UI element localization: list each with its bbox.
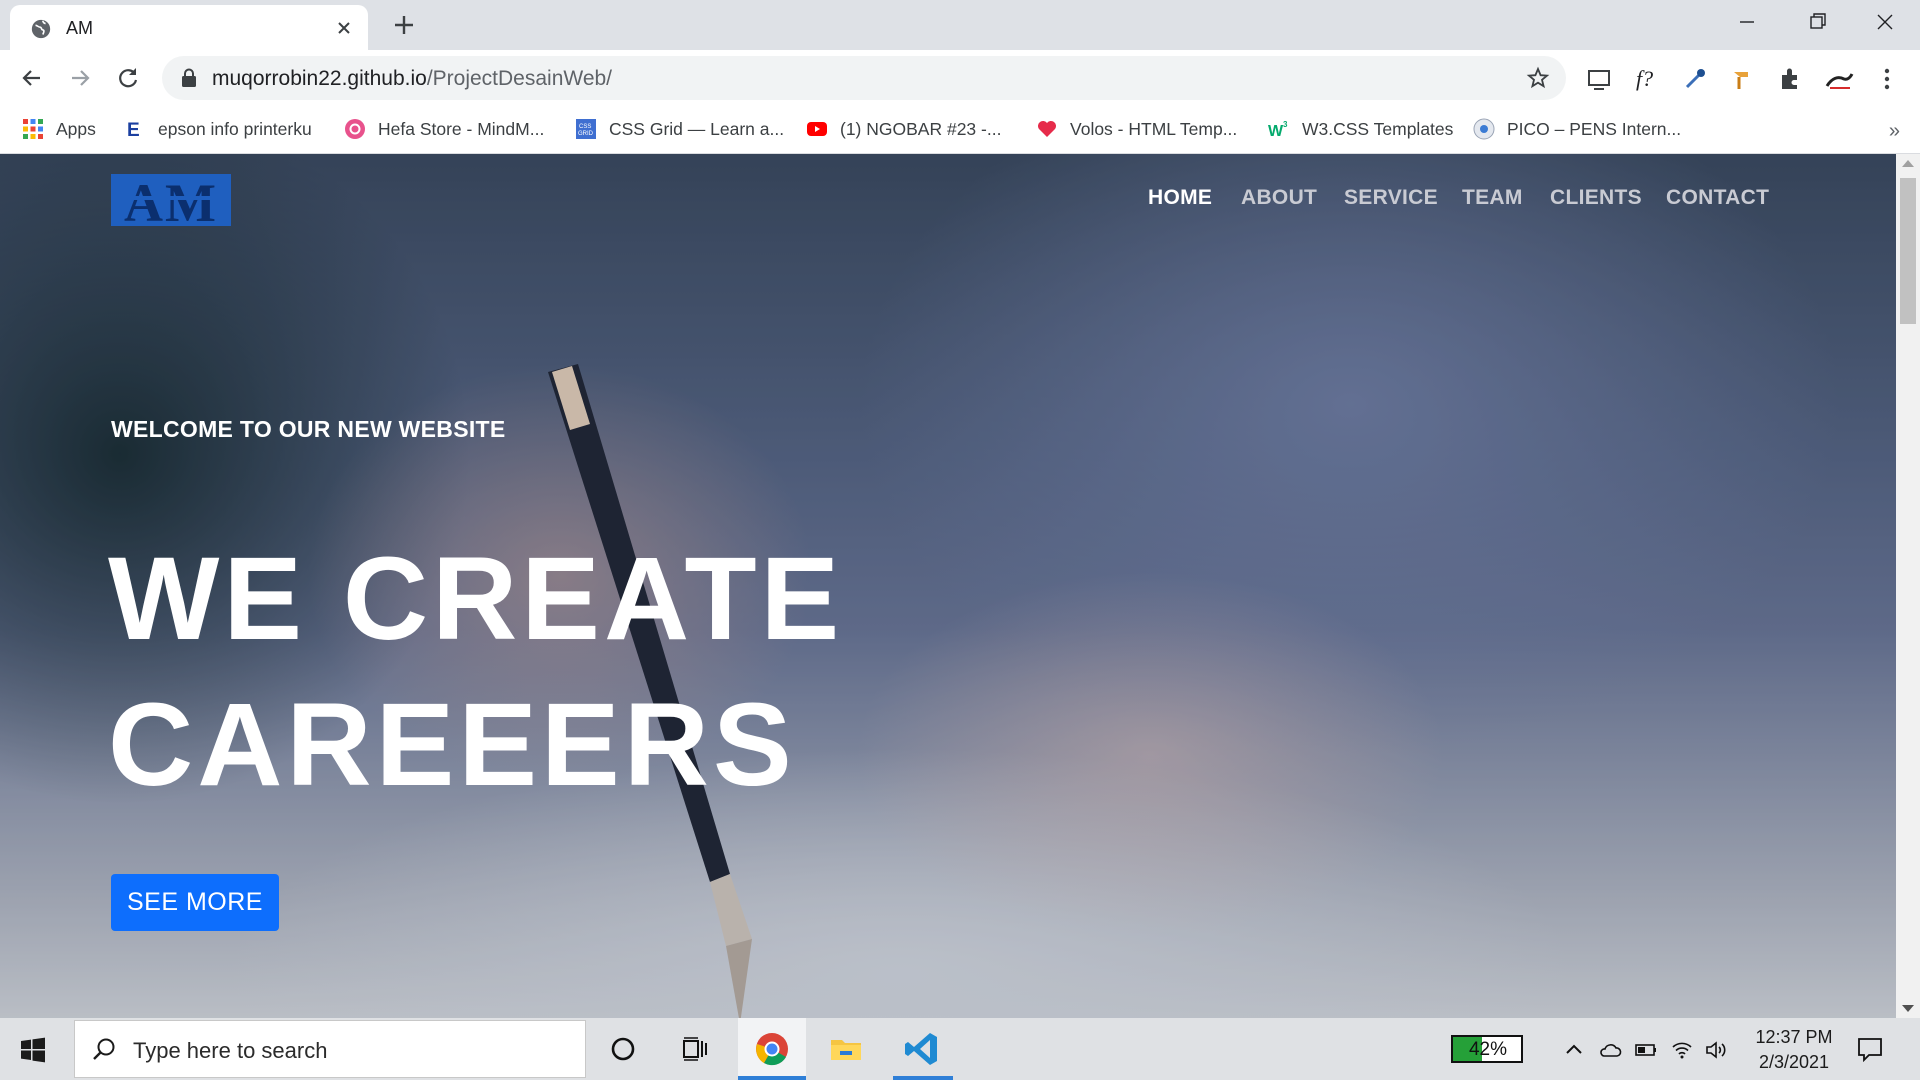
new-tab-icon[interactable] [390, 11, 418, 39]
show-hidden-icons-chevron-icon[interactable] [1562, 1038, 1586, 1062]
hefa-store-icon [345, 119, 365, 139]
globe-icon [31, 19, 51, 39]
bookmark-label: PICO – PENS Intern... [1507, 118, 1682, 139]
svg-text:GRID: GRID [578, 131, 594, 137]
bookmark-epson[interactable]: E epson info printerku [124, 116, 312, 142]
profile-avatar-icon[interactable] [1824, 64, 1854, 94]
bookmarks-overflow-button[interactable]: » [1889, 120, 1900, 143]
w3-icon: W3 [1268, 120, 1288, 140]
welcome-text: WELCOME TO OUR NEW WEBSITE [111, 416, 506, 442]
cortana-icon[interactable] [603, 1029, 643, 1069]
bookmark-w3css[interactable]: W3 W3.CSS Templates [1268, 116, 1453, 142]
bookmarks-bar: Apps E epson info printerku Hefa Store -… [0, 106, 1920, 154]
pico-icon [1473, 118, 1495, 140]
bookmark-star-icon[interactable] [1526, 66, 1550, 90]
nav-team[interactable]: TEAM [1462, 186, 1523, 210]
address-bar[interactable]: muqorrobin22.github.io/ProjectDesainWeb/ [162, 56, 1566, 100]
search-placeholder: Type here to search [133, 1038, 328, 1063]
page-scrollbar[interactable] [1896, 154, 1920, 1018]
forward-icon[interactable] [66, 64, 94, 92]
tab-title: AM [66, 18, 93, 38]
vscode-running-indicator [893, 1076, 953, 1080]
action-center-icon[interactable] [1856, 1036, 1884, 1062]
volume-icon[interactable] [1704, 1038, 1728, 1062]
bookmark-youtube[interactable]: (1) NGOBAR #23 -... [806, 116, 1001, 142]
css-grid-icon: CSSGRID [576, 119, 596, 139]
nav-contact[interactable]: CONTACT [1666, 186, 1769, 210]
apps-grid-icon [23, 119, 43, 139]
cast-icon[interactable] [1584, 64, 1614, 94]
extensions-puzzle-icon[interactable] [1776, 64, 1806, 94]
svg-text:W: W [1268, 123, 1284, 140]
close-window-icon[interactable] [1868, 8, 1902, 36]
bookmark-label: Hefa Store - MindM... [378, 118, 545, 139]
svg-text:3: 3 [1283, 120, 1288, 129]
bookmark-label: (1) NGOBAR #23 -... [840, 118, 1002, 139]
chrome-taskbar-icon[interactable] [752, 1029, 792, 1069]
chrome-menu-icon[interactable] [1872, 64, 1902, 94]
youtube-icon [807, 122, 827, 136]
scroll-down-arrow-icon[interactable] [1902, 1005, 1914, 1012]
clock-date: 2/3/2021 [1758, 1052, 1830, 1072]
bookmark-hefa-store[interactable]: Hefa Store - MindM... [344, 116, 544, 142]
nav-service[interactable]: SERVICE [1344, 186, 1438, 210]
hero-headline: WE CREATE CAREEERS [108, 526, 843, 818]
headline-line-1: WE CREATE [108, 533, 844, 665]
bookmark-label: W3.CSS Templates [1302, 118, 1454, 139]
battery-icon[interactable] [1634, 1038, 1658, 1062]
bookmark-label: Apps [56, 118, 96, 139]
battery-percent-label: 42% [1468, 1039, 1508, 1060]
scroll-up-arrow-icon[interactable] [1902, 160, 1914, 167]
lock-icon[interactable] [180, 68, 198, 88]
bookmark-volos[interactable]: Volos - HTML Temp... [1036, 116, 1237, 142]
bookmark-label: CSS Grid — Learn a... [609, 118, 785, 139]
clock-time: 12:37 PM [1755, 1027, 1833, 1047]
minimize-icon[interactable] [1730, 8, 1764, 36]
heart-icon [1038, 121, 1056, 137]
file-explorer-icon[interactable] [826, 1029, 866, 1069]
chrome-running-indicator [738, 1076, 806, 1080]
nav-clients[interactable]: CLIENTS [1550, 186, 1642, 210]
scrollbar-thumb[interactable] [1900, 178, 1916, 324]
battery-meter-badge[interactable]: 42% [1451, 1035, 1523, 1063]
back-icon[interactable] [18, 64, 46, 92]
headline-line-2: CAREEERS [108, 679, 796, 811]
bookmark-css-grid[interactable]: CSS GRID CSS Grid — Learn a... [575, 116, 784, 142]
bookmark-label: epson info printerku [158, 118, 312, 139]
reload-icon[interactable] [114, 64, 142, 92]
url-text[interactable]: muqorrobin22.github.io/ProjectDesainWeb/ [212, 67, 612, 91]
close-tab-icon[interactable] [334, 18, 354, 38]
vscode-icon[interactable] [902, 1029, 942, 1069]
task-view-icon[interactable] [675, 1029, 715, 1069]
taskbar-search-box[interactable]: Type here to search [74, 1020, 586, 1078]
see-more-button[interactable]: SEE MORE [111, 874, 279, 931]
svg-text:E: E [127, 120, 140, 140]
windows-taskbar: Type here to search 42% 12:37 PM 2/3/202… [0, 1018, 1920, 1080]
svg-text:CSS: CSS [579, 124, 591, 130]
windows-start-icon[interactable] [20, 1037, 46, 1063]
epson-e-icon: E [127, 120, 140, 140]
eyedropper-icon[interactable] [1680, 64, 1710, 94]
tab-strip: AM [0, 0, 1920, 50]
bookmark-label: Volos - HTML Temp... [1070, 118, 1238, 139]
formula-extension-icon[interactable]: f? [1632, 64, 1662, 94]
onedrive-cloud-icon[interactable] [1598, 1038, 1622, 1062]
svg-text:f?: f? [1636, 66, 1653, 91]
wifi-icon[interactable] [1670, 1038, 1694, 1062]
nav-home[interactable]: HOME [1148, 186, 1212, 210]
site-nav: HOME ABOUT SERVICE TEAM CLIENTS CONTACT [0, 186, 1896, 216]
restore-icon[interactable] [1800, 8, 1834, 36]
browser-tab[interactable]: AM [10, 5, 368, 50]
bookmark-pico[interactable]: PICO – PENS Intern... [1473, 116, 1681, 142]
nav-about[interactable]: ABOUT [1241, 186, 1317, 210]
bookmark-apps[interactable]: Apps [22, 116, 96, 142]
hammer-extension-icon[interactable] [1728, 64, 1758, 94]
taskbar-clock[interactable]: 12:37 PM 2/3/2021 [1734, 1025, 1854, 1075]
search-icon [93, 1038, 115, 1060]
page-viewport: AM HOME ABOUT SERVICE TEAM CLIENTS CONTA… [0, 154, 1896, 1018]
